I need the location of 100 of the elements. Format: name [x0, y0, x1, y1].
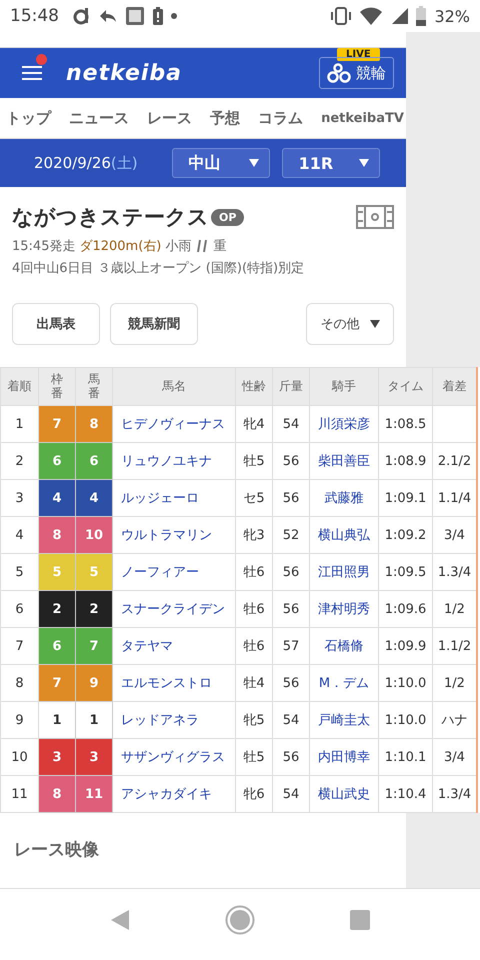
tab-button[interactable]: 出馬表 [12, 303, 100, 345]
horse-name-link[interactable]: リュウノユキナ [112, 442, 236, 480]
tab-button[interactable]: 競馬新聞 [110, 303, 198, 345]
horse-name-link[interactable]: ノーフィアー [112, 554, 236, 590]
keirin-label: 競輪 [356, 64, 386, 82]
table-cell: 1:09.1 [378, 480, 432, 516]
race-date: 2020/9/26(土) [34, 154, 138, 172]
horse-name-link[interactable]: スナークライデン [112, 590, 236, 628]
nav-link[interactable]: ニュース [69, 108, 130, 128]
horse-name-link[interactable]: タテヤマ [112, 628, 236, 664]
start-time: 15:45発走 [12, 238, 76, 255]
home-icon[interactable] [225, 905, 255, 935]
table-cell: 1:09.6 [378, 590, 432, 628]
horse-name-link[interactable]: サザンヴィグラス [112, 738, 236, 776]
race-conditions: 4回中山6日目 ３歳以上オープン (国際)(特指)別定 [12, 260, 306, 277]
table-cell: 牡6 [236, 590, 272, 628]
jockey-link[interactable]: 戸崎圭太 [310, 702, 378, 738]
clock: 15:48 [10, 6, 59, 26]
dot-icon [171, 13, 177, 19]
race-title: ながつきステークス [12, 204, 209, 231]
battery-level: 32% [434, 6, 470, 26]
venue-select[interactable]: 中山 [172, 148, 270, 178]
table-cell: 牝5 [236, 702, 272, 738]
race-select[interactable]: 11R [282, 148, 380, 178]
horse-name-link[interactable]: アシャカダイキ [112, 776, 236, 812]
reply-icon [99, 8, 117, 24]
frame-cell: 7 [76, 628, 112, 664]
frame-cell: 1 [38, 702, 76, 738]
caret-icon [248, 159, 259, 167]
dropdown-button[interactable]: その他 [306, 303, 394, 345]
column-header: 斤量 [272, 368, 310, 406]
table-cell: 牝4 [236, 406, 272, 442]
frame-cell: 6 [76, 442, 112, 480]
jockey-link[interactable]: 内田博幸 [310, 738, 378, 776]
table-cell: 1:08.9 [378, 442, 432, 480]
frame-cell: 4 [38, 480, 76, 516]
horse-name-link[interactable]: ルッジェーロ [112, 480, 236, 516]
frame-cell: 1 [76, 702, 112, 738]
table-cell: 1:09.9 [378, 628, 432, 664]
table-cell: 牝6 [236, 776, 272, 812]
jockey-link[interactable]: 武藤雅 [310, 480, 378, 516]
logo[interactable]: netkeiba [66, 60, 182, 86]
bicycle-icon [327, 63, 351, 83]
table-cell: 1:09.5 [378, 554, 432, 590]
jockey-link[interactable]: 横山典弘 [310, 516, 378, 554]
menu-button[interactable] [20, 64, 44, 82]
weather-text: 小雨 [165, 238, 192, 255]
frame-cell: 10 [76, 516, 112, 554]
table-cell: 1:10.0 [378, 702, 432, 738]
jockey-link[interactable]: 江田照男 [310, 554, 378, 590]
table-cell: 56 [272, 480, 310, 516]
horse-name-link[interactable]: ヒデノヴィーナス [112, 406, 236, 442]
column-header: 馬名 [112, 368, 236, 406]
column-header: 騎手 [310, 368, 378, 406]
table-cell: 56 [272, 590, 310, 628]
jockey-link[interactable]: 柴田善臣 [310, 442, 378, 480]
frame-cell: 5 [38, 554, 76, 590]
table-cell: 牡6 [236, 628, 272, 664]
nav-link[interactable]: 予想 [210, 108, 240, 128]
table-cell: 57 [272, 628, 310, 664]
frame-cell: 4 [76, 480, 112, 516]
table-cell: 54 [272, 406, 310, 442]
table-cell: 54 [272, 702, 310, 738]
film-icon[interactable] [356, 205, 394, 229]
jockey-link[interactable]: 川須栄彦 [310, 406, 378, 442]
table-cell: 1:10.1 [378, 738, 432, 776]
nav-link[interactable]: レース [147, 108, 192, 128]
course-text: ダ1200m(右) [79, 238, 162, 255]
jockey-link[interactable]: 石橋脩 [310, 628, 378, 664]
frame-cell: 8 [38, 516, 76, 554]
jockey-link[interactable]: 横山武史 [310, 776, 378, 812]
table-cell: 56 [272, 442, 310, 480]
table-cell: 52 [272, 516, 310, 554]
back-icon[interactable] [110, 909, 130, 931]
horse-name-link[interactable]: ウルトラマリン [112, 516, 236, 554]
frame-cell: 3 [76, 738, 112, 776]
table-cell: 牡6 [236, 554, 272, 590]
table-cell: 56 [272, 664, 310, 702]
frame-cell: 6 [38, 442, 76, 480]
horse-name-link[interactable]: エルモンストロ [112, 664, 236, 702]
grade-badge: OP [211, 208, 244, 226]
nav-link[interactable]: トップ [6, 108, 51, 128]
menu-icon [22, 66, 42, 80]
horse-name-link[interactable]: レッドアネラ [112, 702, 236, 738]
table-cell: 54 [272, 776, 310, 812]
frame-cell: 9 [76, 664, 112, 702]
keirin-button[interactable]: 競輪 [319, 57, 394, 89]
nav-link[interactable]: netkeibaTV [321, 110, 404, 126]
nav-link[interactable]: コラム [258, 108, 304, 128]
battery-alert-icon [153, 7, 163, 25]
frame-cell: 2 [76, 590, 112, 628]
jockey-link[interactable]: M．デム [310, 664, 378, 702]
column-header: タイム [378, 368, 432, 406]
column-header: 馬番 [76, 368, 112, 406]
battery-icon [416, 6, 426, 26]
jockey-link[interactable]: 津村明秀 [310, 590, 378, 628]
table-cell: 1:09.2 [378, 516, 432, 554]
frame-cell: 8 [38, 776, 76, 812]
frame-cell: 6 [38, 628, 76, 664]
table-cell: 1:08.5 [378, 406, 432, 442]
